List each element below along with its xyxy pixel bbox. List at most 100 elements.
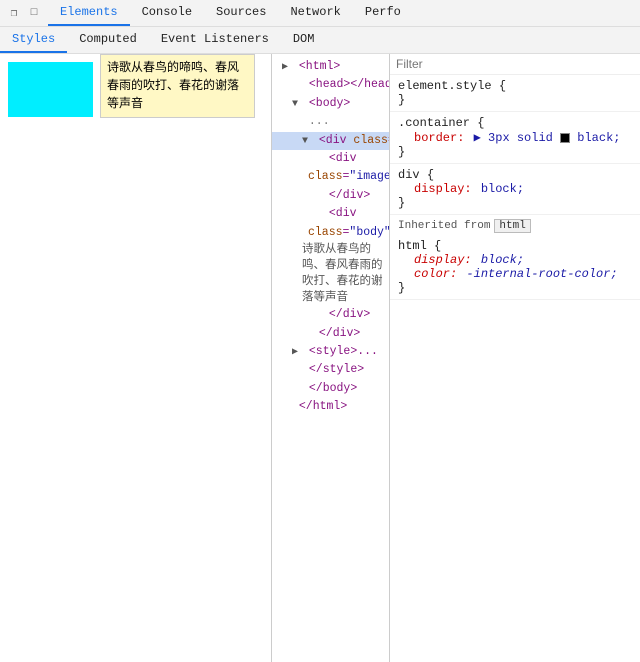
tooltip-text: 诗歌从春鸟的啼鸣、春风春雨的吹打、春花的谢落等声音 [107, 61, 239, 111]
inherited-tag[interactable]: html [494, 219, 530, 233]
triangle-style-close [292, 363, 302, 379]
dom-image-div-class[interactable]: class="image"> [272, 168, 389, 186]
tab-elements[interactable]: Elements [48, 0, 130, 26]
html-display-prop: display: block; [398, 253, 632, 267]
dom-body-end[interactable]: </body> [272, 380, 389, 398]
tab-event-listeners[interactable]: Event Listeners [149, 27, 281, 53]
device-icon[interactable]: □ [25, 4, 43, 22]
element-style-open-brace: { [499, 79, 506, 93]
tab-styles[interactable]: Styles [0, 27, 67, 53]
tab-computed[interactable]: Computed [67, 27, 149, 53]
filter-input[interactable] [396, 57, 634, 71]
inspect-icon[interactable]: ❐ [5, 4, 23, 22]
dom-body-div-open[interactable]: <div [272, 205, 389, 223]
html-rule: html { display: block; color: -internal-… [390, 235, 640, 300]
dom-body-div-class[interactable]: class="body"> [272, 224, 389, 242]
container-open-brace: { [477, 116, 484, 130]
tab-console[interactable]: Console [130, 0, 204, 26]
container-close-brace: } [398, 145, 405, 159]
styles-toolbar: Styles Computed Event Listeners DOM [0, 27, 640, 54]
container-color-swatch[interactable] [560, 133, 570, 143]
dom-image-close[interactable]: </div> [272, 187, 389, 205]
container-open-tag: <div [319, 134, 354, 147]
body-end-tag: </body> [309, 382, 357, 395]
dom-container-close[interactable]: </div> [272, 325, 389, 343]
dom-body-text[interactable]: 诗歌从春鸟的鸣、春风春雨的吹打、春花的谢落等声音 [272, 242, 389, 306]
top-tabs: Elements Console Sources Network Perfo [48, 0, 413, 26]
triangle-image-close [312, 189, 322, 205]
dom-head[interactable]: <head></head> [272, 76, 389, 94]
dom-image-div-open[interactable]: <div [272, 150, 389, 168]
triangle-body-div [312, 207, 322, 223]
dom-ellipsis[interactable]: ... [272, 113, 389, 131]
div-prop-name: display: [414, 182, 472, 196]
triangle-html: ▶ [282, 60, 292, 76]
body-close-tag: </div> [329, 308, 370, 321]
style-close-tag: </style> [309, 363, 364, 376]
tab-sources[interactable]: Sources [204, 0, 278, 26]
triangle-html-end [282, 400, 292, 416]
style-open-tag: <style>... [309, 345, 378, 358]
container-border-val: ▶ 3px solid [474, 131, 560, 145]
html-color-prop: color: -internal-root-color; [398, 267, 632, 281]
triangle-head [292, 78, 302, 94]
html-display-val: block; [481, 253, 524, 267]
dom-html-end[interactable]: </html> [272, 398, 389, 416]
container-prop-name: border: [414, 131, 464, 145]
head-tag: <head></head> [309, 78, 390, 91]
main-content: 诗歌从春鸟的啼鸣、春风春雨的吹打、春花的谢落等声音 ⇔ ▶ <html> <he… [0, 54, 640, 662]
dom-style-close[interactable]: </style> [272, 361, 389, 379]
inherited-text: Inherited from [398, 220, 490, 232]
image-attr-val: "image" [349, 170, 390, 183]
triangle-container: ▼ [302, 134, 312, 150]
container-attr-name: class [353, 134, 388, 147]
container-close-tag: </div> [319, 327, 360, 340]
triangle-body-end [292, 382, 302, 398]
div-selector: div [398, 168, 420, 182]
top-toolbar: ❐ □ Elements Console Sources Network Per… [0, 0, 640, 27]
image-open-tag: <div [329, 152, 357, 165]
container-rule: .container { border: ▶ 3px solid black; … [390, 112, 640, 164]
triangle-image [312, 152, 322, 168]
triangle-body: ▼ [292, 97, 302, 113]
tab-network[interactable]: Network [278, 0, 352, 26]
dom-body[interactable]: ▼ <body> [272, 95, 389, 113]
html-selector: html [398, 239, 427, 253]
div-prop-val: block; [481, 182, 524, 196]
body-attr-name: class [308, 226, 343, 239]
html-end-tag: </html> [299, 400, 347, 413]
dom-html[interactable]: ▶ <html> [272, 58, 389, 76]
body-tag: <body> [309, 97, 350, 110]
container-prop: border: ▶ 3px solid black; [398, 130, 632, 145]
html-color-name: color: [414, 267, 457, 281]
image-div [8, 62, 93, 117]
element-style-close-brace: } [398, 93, 405, 107]
dom-body-close[interactable]: </div> [272, 306, 389, 324]
element-style-rule: element.style { } [390, 75, 640, 112]
element-style-selector: element.style [398, 79, 492, 93]
div-open-brace: { [427, 168, 434, 182]
image-close-tag: </div> [329, 189, 370, 202]
styles-panel: element.style { } .container { border: ▶… [390, 54, 640, 662]
dom-style-open[interactable]: ▶ <style>... [272, 343, 389, 361]
div-rule: div { display: block; } [390, 164, 640, 215]
body-attr-val: "body" [349, 226, 390, 239]
filter-bar [390, 54, 640, 75]
tab-dom[interactable]: DOM [281, 27, 327, 53]
preview-inner: 诗歌从春鸟的啼鸣、春风春雨的吹打、春花的谢落等声音 ⇔ [0, 54, 271, 662]
dom-panel[interactable]: ▶ <html> <head></head> ▼ <body> ... ▼ <d… [272, 54, 390, 662]
devtools-icons: ❐ □ [0, 4, 48, 22]
html-display-name: display: [414, 253, 472, 267]
div-close-brace: } [398, 196, 405, 210]
ellipsis-text: ... [309, 115, 330, 128]
html-tag: <html> [299, 60, 340, 73]
div-display-prop: display: block; [398, 182, 632, 196]
triangle-style: ▶ [292, 345, 302, 361]
html-color-val: -internal-root-color; [466, 267, 617, 281]
tooltip-box: 诗歌从春鸟的啼鸣、春风春雨的吹打、春花的谢落等声音 [100, 54, 255, 118]
dom-container-div[interactable]: ▼ <div class="container"> = [272, 132, 389, 150]
tab-performance[interactable]: Perfo [353, 0, 413, 26]
image-attr-name: class [308, 170, 343, 183]
html-close-brace: } [398, 281, 405, 295]
html-open-brace: { [434, 239, 441, 253]
